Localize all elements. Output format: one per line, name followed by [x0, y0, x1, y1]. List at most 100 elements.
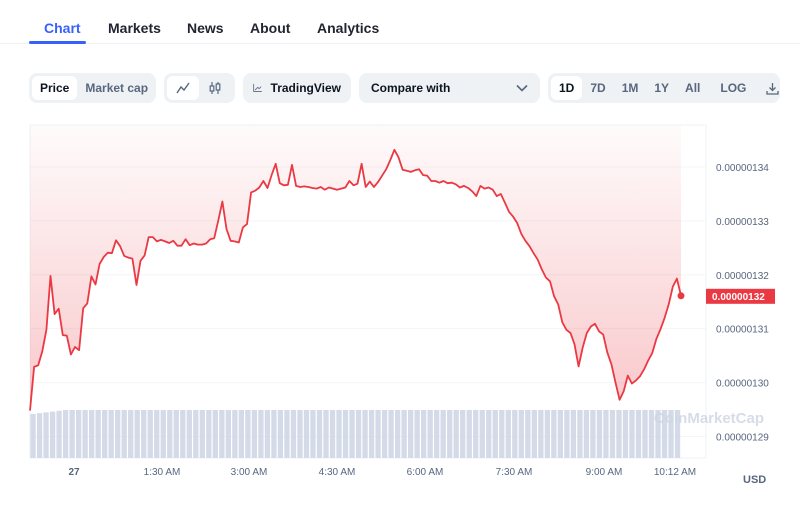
volume-bar [674, 410, 681, 458]
tradingview-label: TradingView [270, 81, 341, 95]
volume-bar [460, 410, 466, 458]
volume-bar [173, 410, 179, 458]
volume-bar [648, 410, 655, 458]
tab-analytics[interactable]: Analytics [317, 20, 379, 36]
volume-bar [102, 410, 108, 458]
volume-bar [49, 411, 56, 458]
volume-bar [655, 410, 661, 458]
range-7d-button[interactable]: 7D [582, 76, 613, 100]
x-tick-label: 10:12 AM [654, 467, 696, 478]
volume-bar [616, 410, 622, 458]
volume-bar [355, 410, 362, 458]
volume-bar [375, 410, 381, 458]
volume-bar [512, 410, 518, 458]
tab-bar: Chart Markets News About Analytics [0, 0, 800, 44]
y-tick-label: 0.00000130 [716, 379, 769, 390]
range-1m-button[interactable]: 1M [614, 76, 647, 100]
volume-bar [206, 410, 212, 458]
volume-bar [486, 410, 492, 458]
volume-bar [609, 410, 616, 458]
volume-bar [193, 410, 199, 458]
volume-bar [668, 410, 674, 458]
volume-bar [95, 410, 101, 458]
volume-bar [661, 410, 668, 458]
price-marketcap-toggle: Price Market cap [29, 73, 156, 103]
volume-bar [642, 410, 648, 458]
volume-bar [479, 410, 485, 458]
volume-bar [284, 410, 290, 458]
candlestick-button[interactable] [199, 76, 231, 100]
tradingview-button[interactable]: TradingView [243, 73, 351, 103]
volume-bar [154, 410, 160, 458]
market-cap-toggle-button[interactable]: Market cap [77, 76, 156, 100]
range-all-button[interactable]: All [677, 76, 708, 100]
volume-bar [245, 410, 251, 458]
x-tick-label: 6:00 AM [407, 467, 444, 478]
volume-bar [499, 410, 505, 458]
volume-bar [505, 410, 511, 458]
download-icon [766, 82, 780, 95]
volume-bar [440, 410, 446, 458]
volume-bar [56, 410, 62, 458]
current-price-tag [706, 288, 775, 304]
volume-bar [603, 410, 609, 458]
range-1d-button[interactable]: 1D [551, 76, 583, 100]
volume-bar [342, 410, 349, 458]
time-range-selector: 1D 7D 1M 1Y All LOG [548, 73, 780, 103]
y-tick-label: 0.00000131 [716, 325, 769, 336]
volume-bar [323, 410, 329, 458]
volume-bar [577, 410, 583, 458]
tab-about[interactable]: About [250, 20, 290, 36]
volume-bar [349, 410, 355, 458]
chart-style-toggle [164, 73, 235, 103]
volume-bar [466, 410, 472, 458]
volume-bar [225, 410, 232, 458]
compare-with-dropdown[interactable]: Compare with [359, 73, 540, 103]
volume-bar [557, 410, 564, 458]
volume-bar [538, 410, 544, 458]
volume-bar [453, 410, 459, 458]
tab-chart[interactable]: Chart [44, 20, 81, 36]
x-tick-label: 4:30 AM [319, 467, 356, 478]
volume-bar [147, 410, 153, 458]
volume-bar [75, 410, 82, 458]
x-tick-label: 9:00 AM [586, 467, 623, 478]
volume-bar [434, 410, 440, 458]
price-line [29, 148, 682, 411]
price-toggle-button[interactable]: Price [32, 76, 78, 100]
log-scale-button[interactable]: LOG [712, 76, 754, 100]
volume-bar [310, 410, 316, 458]
volume-bar [394, 410, 401, 458]
volume-bar [88, 410, 95, 458]
volume-bar [238, 410, 245, 458]
tab-news[interactable]: News [187, 20, 224, 36]
compare-with-label: Compare with [371, 81, 451, 95]
line-chart-button[interactable] [167, 76, 199, 100]
x-tick-label: 1:30 AM [144, 467, 181, 478]
volume-bar [271, 410, 277, 458]
volume-bar [622, 410, 629, 458]
volume-bar [564, 410, 570, 458]
volume-bar [447, 410, 453, 458]
volume-bar [590, 410, 596, 458]
current-price-label: 0.00000132 [712, 292, 765, 303]
candlestick-icon [209, 82, 221, 94]
volume-bar [30, 414, 36, 458]
volume-bar [525, 410, 531, 458]
volume-bar [316, 410, 323, 458]
download-button[interactable] [758, 76, 787, 100]
y-tick-label: 0.00000132 [716, 271, 769, 282]
volume-bar [414, 410, 420, 458]
volume-bar [82, 410, 88, 458]
volume-bar [427, 410, 433, 458]
x-tick-label: 3:00 AM [231, 467, 268, 478]
volume-bar [69, 410, 75, 458]
volume-bar [180, 410, 186, 458]
volume-bar [388, 410, 394, 458]
volume-bar [368, 410, 375, 458]
tab-markets[interactable]: Markets [108, 20, 161, 36]
volume-bar [303, 410, 310, 458]
range-1y-button[interactable]: 1Y [646, 76, 677, 100]
x-tick-label: 7:30 AM [496, 467, 533, 478]
volume-bar [141, 410, 147, 458]
